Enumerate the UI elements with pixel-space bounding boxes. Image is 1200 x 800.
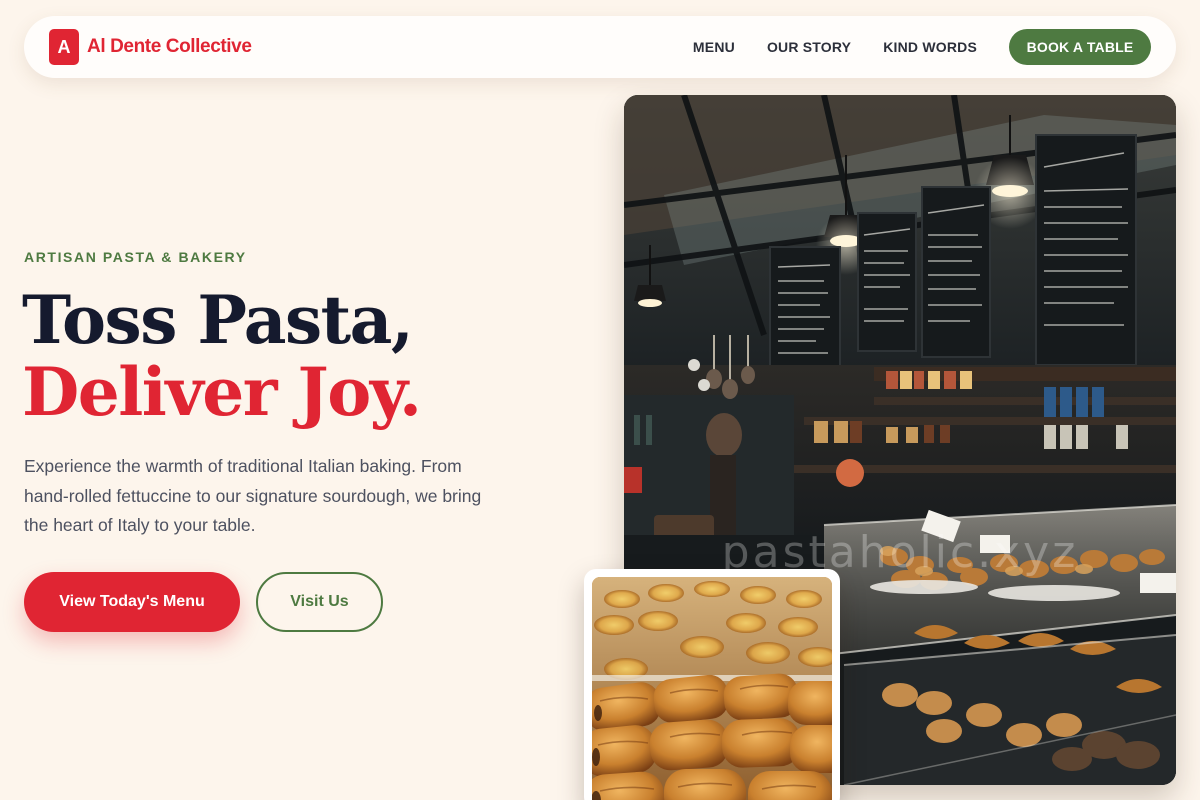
headline-line-2: Deliver Joy. [22, 353, 422, 431]
top-navigation-bar: A Al Dente Collective MENU OUR STORY KIN… [24, 16, 1176, 78]
hero-eyebrow: ARTISAN PASTA & BAKERY [24, 249, 247, 265]
logo-mark-icon: A [49, 29, 79, 65]
nav-link-kind-words[interactable]: KIND WORDS [883, 39, 977, 55]
hero-description: Experience the warmth of traditional Ita… [24, 456, 482, 535]
nav-link-menu[interactable]: MENU [693, 39, 735, 55]
book-a-table-button[interactable]: BOOK A TABLE [1009, 29, 1151, 65]
nav-links: MENU OUR STORY KIND WORDS BOOK A TABLE [693, 29, 1151, 65]
brand-name: Al Dente Collective [87, 36, 252, 57]
view-menu-button[interactable]: View Today's Menu [24, 572, 240, 632]
pastry-tray-illustration [592, 577, 832, 800]
visit-us-button[interactable]: Visit Us [256, 572, 383, 632]
headline-line-1: Toss Pasta, [22, 281, 414, 359]
hero-headline: Toss Pasta, Deliver Joy. [22, 281, 422, 431]
brand-logo[interactable]: A Al Dente Collective [49, 29, 252, 65]
nav-link-our-story[interactable]: OUR STORY [767, 39, 851, 55]
pastry-tray-photo [592, 577, 832, 800]
pastry-tray-image [584, 569, 840, 800]
